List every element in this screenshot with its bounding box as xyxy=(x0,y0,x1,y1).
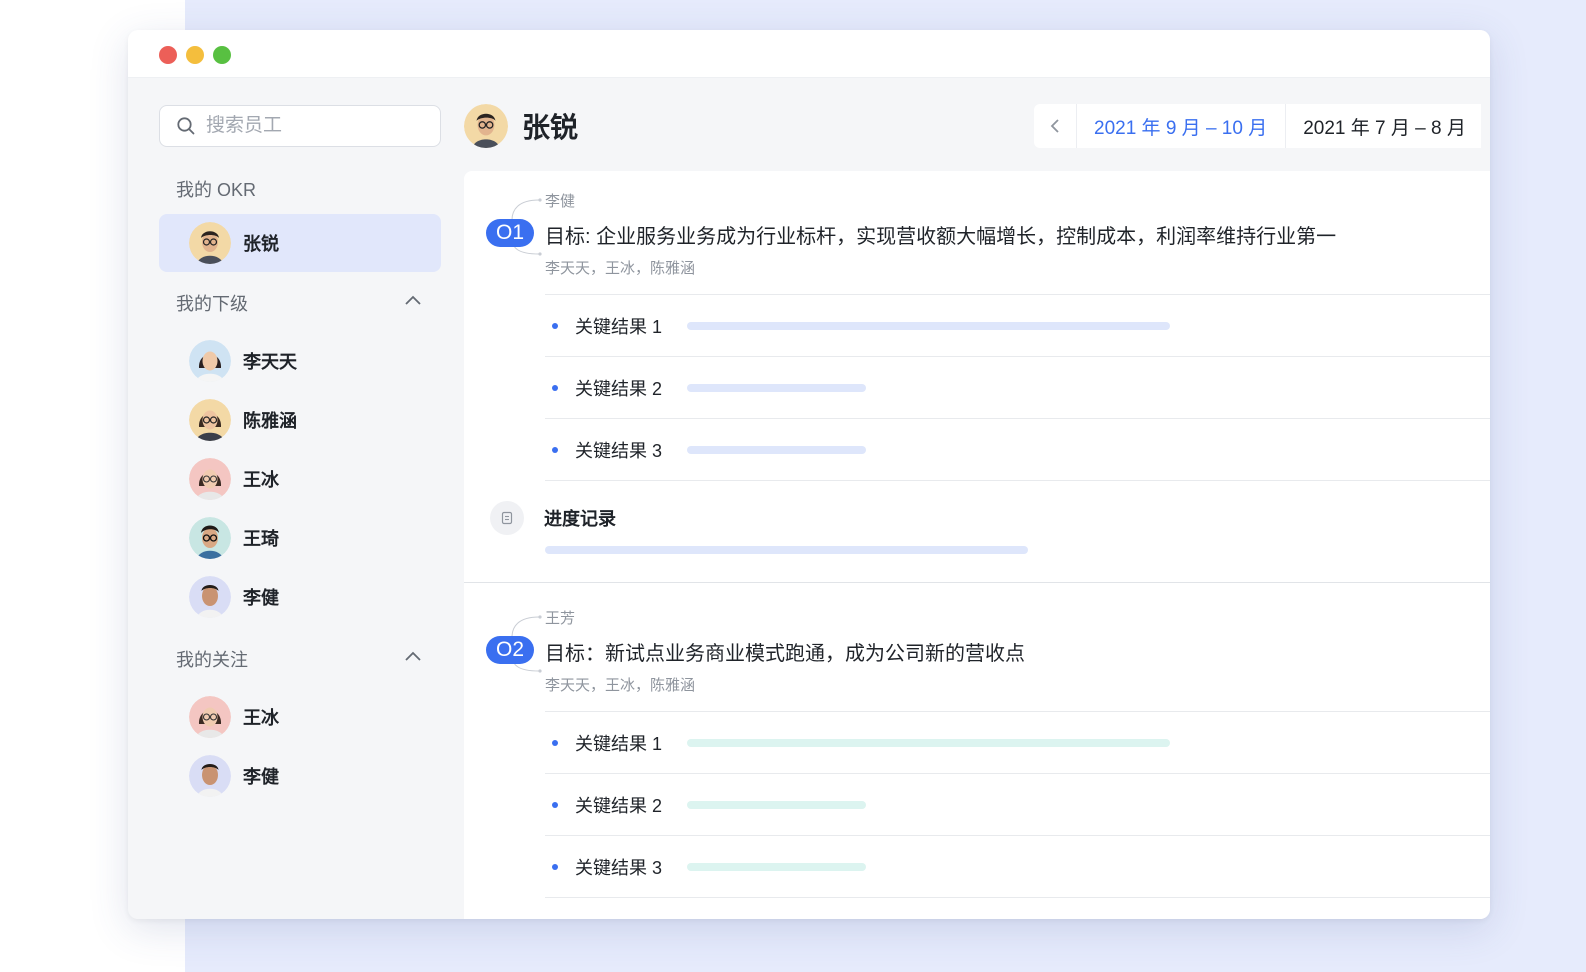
progress-record-bar xyxy=(545,546,1028,554)
chevron-left-icon xyxy=(1050,119,1059,133)
key-result-label: 关键结果 1 xyxy=(575,733,663,754)
divider xyxy=(545,897,1490,898)
app-window: 我的 OKR 张锐 我的下级 李天天 陈雅涵 王冰 xyxy=(128,30,1490,919)
key-result-label: 关键结果 2 xyxy=(575,795,663,816)
key-result-progress-bar xyxy=(687,321,1170,330)
avatar xyxy=(189,399,231,441)
search-input[interactable] xyxy=(206,115,436,137)
chevron-up-icon[interactable] xyxy=(403,647,423,667)
okr-panel: 李健 O1 目标: 企业服务业务成为行业标杆，实现营收额大幅增长，控制成本，利润… xyxy=(464,171,1490,919)
page-title: 张锐 xyxy=(522,112,579,143)
objective-badge: O2 xyxy=(486,636,534,664)
search-icon xyxy=(177,117,195,135)
avatar xyxy=(189,696,231,738)
key-result-progress-bar xyxy=(687,862,866,871)
sidebar-person-name: 李天天 xyxy=(243,352,297,372)
sidebar-person-lijian[interactable]: 李健 xyxy=(159,568,441,626)
key-result-progress-bar xyxy=(687,383,866,392)
sidebar-person-name: 王冰 xyxy=(243,470,279,490)
key-result-label: 关键结果 1 xyxy=(575,316,663,337)
bullet-dot xyxy=(552,384,558,391)
key-result-row[interactable]: 关键结果 1 xyxy=(545,294,1490,356)
key-result-progress-bar xyxy=(687,800,866,809)
search-box[interactable] xyxy=(159,105,441,147)
key-result-progress-bar xyxy=(687,738,1170,747)
period-tab[interactable]: 2021 年 7 月 – 8 月 xyxy=(1286,104,1481,148)
objective-badge: O1 xyxy=(486,219,534,247)
period-selector: 2021 年 9 月 – 10 月 2021 年 7 月 – 8 月 xyxy=(1034,104,1482,148)
sidebar-person-chenyahan[interactable]: 陈雅涵 xyxy=(159,391,441,449)
progress-record-row[interactable]: 进度记录 xyxy=(490,501,616,535)
sidebar-person-wangqi[interactable]: 王琦 xyxy=(159,509,441,567)
avatar xyxy=(189,576,231,618)
key-result-row[interactable]: 关键结果 1 xyxy=(545,711,1490,773)
key-result-progress-bar xyxy=(687,445,866,454)
bullet-dot xyxy=(552,739,558,746)
objective-separator xyxy=(464,582,1490,583)
sidebar-person-name: 陈雅涵 xyxy=(243,411,297,431)
avatar xyxy=(189,458,231,500)
sidebar-person-name: 王冰 xyxy=(243,708,279,728)
avatar xyxy=(189,340,231,382)
key-result-row[interactable]: 关键结果 3 xyxy=(545,835,1490,897)
minimize-window-button[interactable] xyxy=(186,46,204,64)
document-icon xyxy=(490,501,524,535)
objective-supporters: 李天天，王冰，陈雅涵 xyxy=(545,677,696,694)
key-result-row[interactable]: 关键结果 3 xyxy=(545,418,1490,480)
objective-owner: 王芳 xyxy=(545,610,576,627)
objective-title[interactable]: 目标: 企业服务业务成为行业标杆，实现营收额大幅增长，控制成本，利润率维持行业第… xyxy=(545,220,1336,249)
avatar xyxy=(189,222,231,264)
key-result-label: 关键结果 3 xyxy=(575,857,663,878)
bullet-dot xyxy=(552,863,558,870)
sidebar-person-zhangrui[interactable]: 张锐 xyxy=(159,214,441,272)
key-result-label: 关键结果 3 xyxy=(575,440,663,461)
avatar xyxy=(189,755,231,797)
sidebar-person-wangbing-following[interactable]: 王冰 xyxy=(159,688,441,746)
sidebar-person-lijian-following[interactable]: 李健 xyxy=(159,747,441,805)
sidebar-person-name: 李健 xyxy=(243,588,279,608)
key-result-row[interactable]: 关键结果 2 xyxy=(545,356,1490,418)
sidebar: 我的 OKR 张锐 我的下级 李天天 陈雅涵 王冰 xyxy=(128,78,464,919)
section-title-my-okr: 我的 OKR xyxy=(176,180,257,200)
bullet-dot xyxy=(552,801,558,808)
sidebar-person-name: 张锐 xyxy=(243,234,279,254)
chevron-up-icon[interactable] xyxy=(403,291,423,311)
close-window-button[interactable] xyxy=(159,46,177,64)
sidebar-person-name: 李健 xyxy=(243,767,279,787)
key-result-label: 关键结果 2 xyxy=(575,378,663,399)
maximize-window-button[interactable] xyxy=(213,46,231,64)
header-avatar xyxy=(464,104,508,148)
sidebar-person-litiantian[interactable]: 李天天 xyxy=(159,332,441,390)
progress-record-label: 进度记录 xyxy=(544,509,616,529)
sidebar-person-wangbing[interactable]: 王冰 xyxy=(159,450,441,508)
bullet-dot xyxy=(552,322,558,329)
title-bar xyxy=(128,30,1490,78)
objective-owner: 李健 xyxy=(545,193,576,210)
objective-supporters: 李天天，王冰，陈雅涵 xyxy=(545,260,696,277)
section-title-following: 我的关注 xyxy=(176,650,248,670)
section-title-subordinates: 我的下级 xyxy=(176,294,248,314)
avatar xyxy=(189,517,231,559)
divider xyxy=(545,480,1490,481)
key-result-row[interactable]: 关键结果 2 xyxy=(545,773,1490,835)
period-tab-current[interactable]: 2021 年 9 月 – 10 月 xyxy=(1077,104,1287,148)
bullet-dot xyxy=(552,446,558,453)
sidebar-person-name: 王琦 xyxy=(243,529,279,549)
previous-period-button[interactable] xyxy=(1034,104,1077,148)
objective-title[interactable]: 目标：新试点业务商业模式跑通，成为公司新的营收点 xyxy=(545,637,1025,666)
